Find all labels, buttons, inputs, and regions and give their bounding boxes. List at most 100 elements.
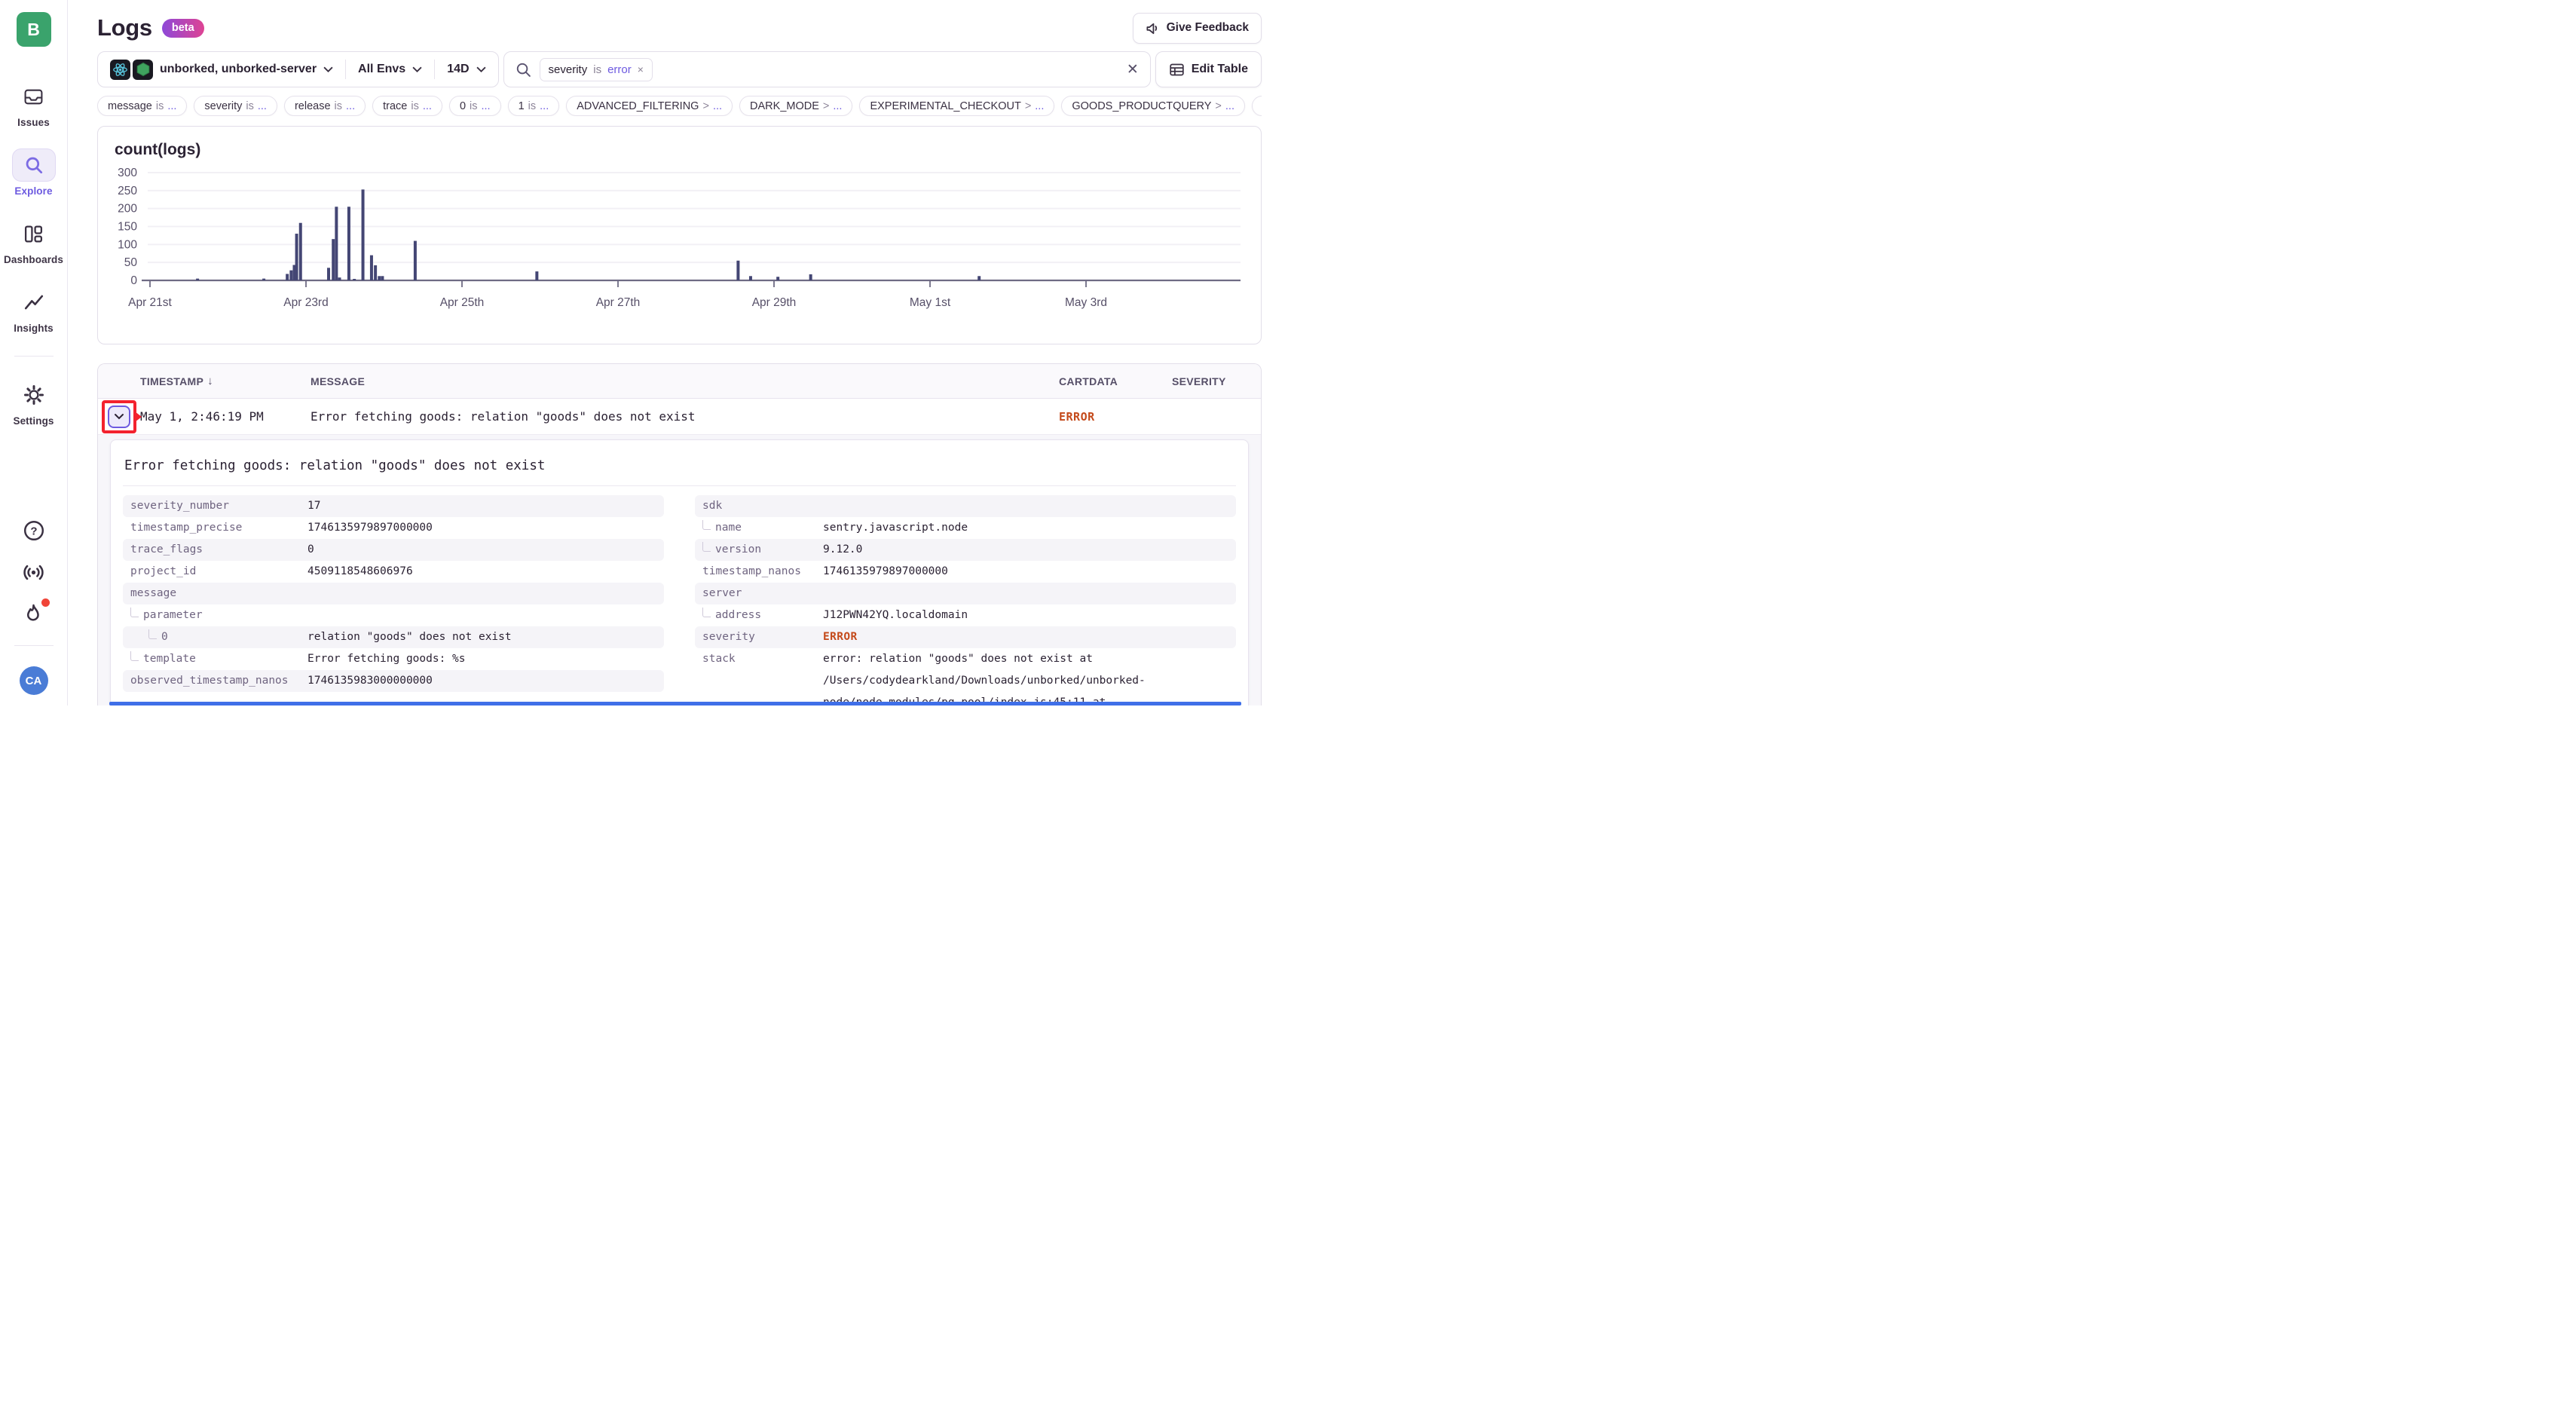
sidebar-item-issues[interactable]: Issues [12,80,56,128]
field-key: version [702,539,823,561]
filter-chip[interactable]: severityis... [194,96,277,116]
filter-chip[interactable]: GOODS_PRODUCTQUERY>... [1061,96,1245,116]
chip-operator: is [470,100,477,112]
detail-left-row-project_id: project_id4509118548606976 [123,561,664,583]
field-key-label: sdk [702,495,722,517]
org-logo[interactable]: B [17,12,51,47]
detail-right-row-stack: stackerror: relation "goods" does not ex… [695,648,1236,706]
field-key-label: server [702,583,742,604]
log-detail-title: Error fetching goods: relation "goods" d… [123,454,1236,485]
clear-search-icon[interactable]: ✕ [1127,61,1139,78]
avatar-initials: CA [26,675,42,687]
chip-operator: > [702,100,708,112]
sidebar-item-explore[interactable]: Explore [12,148,56,197]
filter-chip[interactable]: 1is... [508,96,560,116]
field-key: severity [702,626,823,648]
see-full-list-button[interactable]: See full list [1252,96,1262,116]
chip-operator: is [335,100,342,112]
sidebar-item-label: Dashboards [4,254,63,265]
field-key: timestamp_nanos [702,561,823,583]
column-header-severity[interactable]: SEVERITY [1172,375,1261,387]
chip-value: ... [346,100,355,112]
give-feedback-label: Give Feedback [1167,21,1249,35]
chip-key: 1 [519,100,525,112]
field-key: sdk [702,495,823,517]
logs-bar-chart: 050100150200250300Apr 21stApr 23rdApr 25… [98,127,1261,344]
field-key-label: observed_timestamp_nanos [130,670,289,692]
remove-token-icon[interactable]: × [638,63,644,75]
field-value: 9.12.0 [823,539,862,561]
chip-key: ADVANCED_FILTERING [577,100,699,112]
chip-key: DARK_MODE [750,100,819,112]
column-header-cartdata[interactable]: CARTDATA [1059,375,1172,387]
search-filter-token[interactable]: severity is error × [540,58,653,81]
log-table-row[interactable]: May 1, 2:46:19 PM Error fetching goods: … [98,399,1261,435]
chip-key: GOODS_PRODUCTQUERY [1072,100,1211,112]
field-key-label: name [715,517,742,539]
tree-connector-icon [130,608,139,617]
detail-left-row-parameter: parameter [123,604,664,626]
environment-selector[interactable]: All Envs [346,52,434,87]
react-platform-icon [110,60,130,80]
whats-new-broadcast-icon[interactable] [22,561,45,584]
field-key: timestamp_precise [130,517,307,539]
field-key-label: project_id [130,561,196,583]
sidebar-bottom: ? CA [14,519,54,706]
field-value: Error fetching goods: %s [307,648,466,670]
help-button[interactable]: ? [23,519,45,542]
field-key: 0 [130,626,307,648]
give-feedback-button[interactable]: Give Feedback [1133,13,1262,44]
beta-badge: beta [162,19,204,38]
field-key-label: stack [702,648,736,670]
chip-value: ... [423,100,432,112]
filter-chip[interactable]: 0is... [449,96,501,116]
chip-value: ... [167,100,176,112]
filter-chip[interactable]: EXPERIMENTAL_CHECKOUT>... [859,96,1054,116]
chip-value: ... [1225,100,1234,112]
onboarding-flame-icon[interactable] [23,603,44,625]
column-header-message[interactable]: MESSAGE [311,375,1059,387]
chip-key: 0 [460,100,466,112]
edit-table-button[interactable]: Edit Table [1155,51,1262,87]
sidebar-item-dashboards[interactable]: Dashboards [4,217,63,265]
svg-text:Apr 29th: Apr 29th [752,296,797,309]
detail-left-row-trace_flags: trace_flags0 [123,539,664,561]
chip-operator: is [528,100,536,112]
filter-chip[interactable]: releaseis... [284,96,366,116]
search-icon [516,62,531,78]
severity-header-label: SEVERITY [1172,375,1226,387]
sidebar-item-label: Insights [14,323,54,334]
expand-row-button[interactable] [108,406,130,428]
svg-text:Apr 21st: Apr 21st [128,296,172,309]
sidebar-item-insights[interactable]: Insights [12,286,56,334]
project-selector[interactable]: unborked, unborked-server [98,52,345,87]
chevron-down-icon [114,413,124,420]
filter-chip[interactable]: traceis... [372,96,442,116]
filter-chip[interactable]: DARK_MODE>... [739,96,852,116]
filter-chip[interactable]: messageis... [97,96,187,116]
detail-right-row-timestamp_nanos: timestamp_nanos1746135979897000000 [695,561,1236,583]
log-timestamp-cell: May 1, 2:46:19 PM [140,409,311,424]
page-header: Logs beta Give Feedback [97,9,1262,47]
field-key: address [702,604,823,626]
detail-right-row-name: namesentry.javascript.node [695,517,1236,539]
node-platform-icon [133,60,153,80]
token-key: severity [549,63,588,76]
detail-divider [123,485,1236,486]
notification-dot [41,598,50,607]
chip-operator: > [823,100,829,112]
org-logo-letter: B [27,20,40,40]
sidebar-divider [14,356,54,357]
sidebar-item-settings[interactable]: Settings [12,378,56,427]
column-header-timestamp[interactable]: TIMESTAMP ↓ [140,375,311,387]
detail-fields-right: sdknamesentry.javascript.nodeversion9.12… [695,495,1236,706]
filter-chip[interactable]: ADVANCED_FILTERING>... [566,96,733,116]
field-key-label: address [715,604,761,626]
date-range-selector[interactable]: 14D [435,52,497,87]
environment-selector-label: All Envs [358,63,405,76]
user-avatar[interactable]: CA [20,666,48,695]
chip-value: ... [1035,100,1044,112]
search-input[interactable]: severity is error × ✕ [503,51,1151,87]
chip-operator: is [246,100,253,112]
megaphone-icon [1146,21,1160,35]
